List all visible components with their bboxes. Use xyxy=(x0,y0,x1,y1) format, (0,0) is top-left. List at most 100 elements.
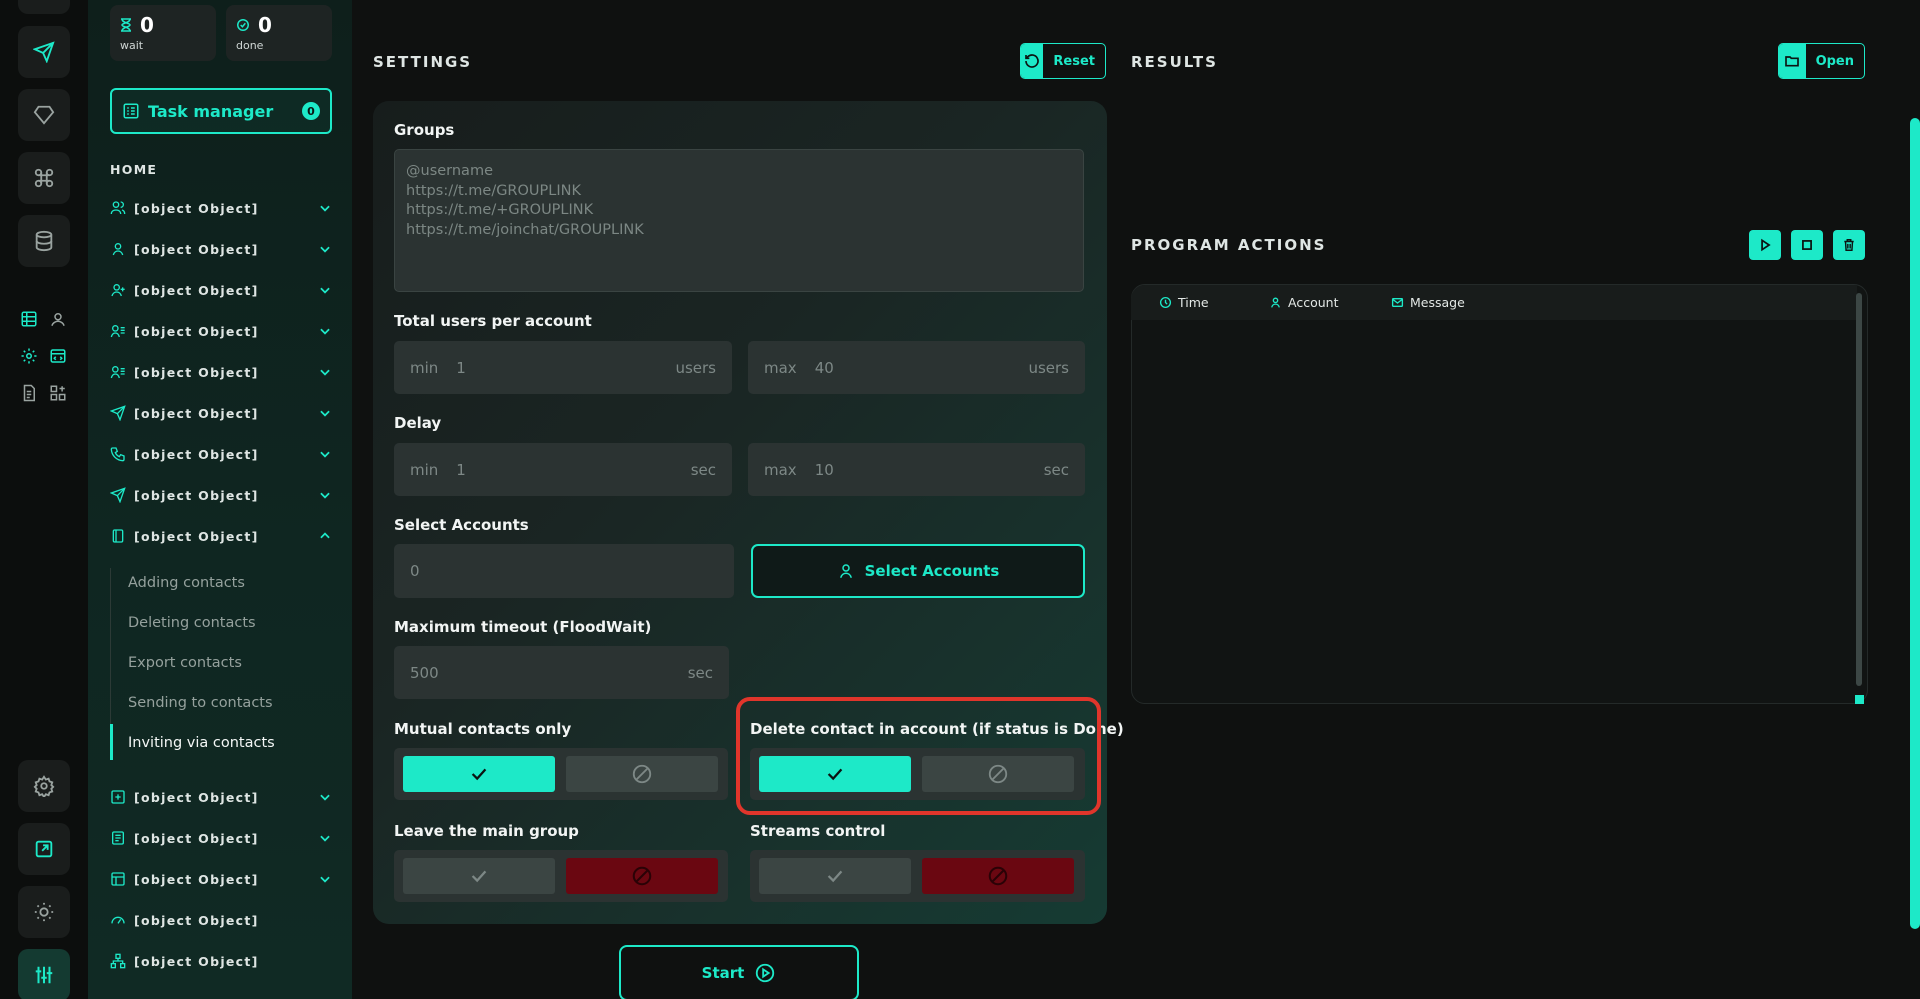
leave-group-yes[interactable] xyxy=(403,858,555,894)
chevron-down-icon xyxy=(320,287,330,294)
nav-cheat[interactable]: [object Object] xyxy=(110,482,332,508)
delay-min-input[interactable]: min 1 sec xyxy=(394,443,732,496)
stop-icon xyxy=(1802,240,1812,250)
wait-counter: 0 wait xyxy=(110,5,216,61)
book-icon xyxy=(110,528,126,544)
code-window-icon[interactable] xyxy=(47,345,69,367)
nav-proxy[interactable]: [object Object] xyxy=(110,948,332,974)
table-icon[interactable] xyxy=(18,308,40,330)
sliders-icon[interactable] xyxy=(18,949,70,999)
send-icon xyxy=(110,487,126,503)
hourglass-icon xyxy=(121,18,131,32)
leave-group-label: Leave the main group xyxy=(394,822,579,840)
select-accounts-input[interactable]: 0 xyxy=(394,544,734,598)
report-icon xyxy=(110,830,126,846)
submenu-adding-contacts[interactable]: Adding contacts xyxy=(128,575,245,591)
nav-proxy-pool-checker[interactable]: [object Object] xyxy=(110,907,332,933)
diamond-icon[interactable] xyxy=(18,89,70,141)
mutual-contacts-yes[interactable] xyxy=(403,756,555,792)
nav-home[interactable]: HOME xyxy=(110,156,332,182)
sun-icon[interactable] xyxy=(18,886,70,938)
user-plus-icon xyxy=(110,282,126,298)
nav-reports[interactable]: [object Object] xyxy=(110,825,332,851)
users-min-input[interactable]: min 1 users xyxy=(394,341,732,394)
col-account[interactable]: Account xyxy=(1269,295,1338,310)
send-icon[interactable] xyxy=(18,26,70,78)
nav-account-action-label: [object Object] xyxy=(134,241,259,257)
users-max-unit: users xyxy=(1028,358,1069,377)
open-button[interactable]: Open xyxy=(1778,43,1865,79)
command-icon[interactable] xyxy=(18,152,70,204)
nav-contact-book[interactable]: [object Object] xyxy=(110,523,332,549)
nav-special-modules[interactable]: [object Object] xyxy=(110,866,332,892)
play-button[interactable] xyxy=(1749,230,1781,260)
reset-button[interactable]: Reset xyxy=(1020,43,1106,79)
task-manager-button[interactable]: Task manager 0 xyxy=(110,88,332,134)
nav-phone-numbers[interactable]: [object Object] xyxy=(110,441,332,467)
program-actions-log[interactable] xyxy=(1131,284,1868,704)
profile-icon[interactable] xyxy=(47,308,69,330)
delay-label: Delay xyxy=(394,414,442,432)
delay-max-unit: sec xyxy=(1043,460,1069,479)
submenu-export-contacts[interactable]: Export contacts xyxy=(128,655,242,671)
nav-cheat-label: [object Object] xyxy=(134,487,259,503)
select-accounts-value: 0 xyxy=(410,562,420,580)
mail-icon xyxy=(1391,298,1404,307)
streams-control-label: Streams control xyxy=(750,822,886,840)
users-max-input[interactable]: max 40 users xyxy=(748,341,1085,394)
submenu-sending-to-contacts[interactable]: Sending to contacts xyxy=(128,695,273,711)
delay-min-prefix: min xyxy=(410,460,439,479)
users-max-value: 40 xyxy=(814,358,834,377)
mutual-contacts-toggle xyxy=(394,748,728,800)
select-accounts-button[interactable]: Select Accounts xyxy=(751,544,1085,598)
plus-square-icon xyxy=(110,789,126,805)
check-icon xyxy=(471,768,487,781)
database-icon[interactable] xyxy=(18,215,70,267)
nav-invite-label: [object Object] xyxy=(134,364,259,380)
document-icon[interactable] xyxy=(18,382,40,404)
page-scrollbar[interactable] xyxy=(1910,118,1920,929)
nav-stories[interactable]: [object Object] xyxy=(110,784,332,810)
nav-auto-register[interactable]: [object Object] xyxy=(110,277,332,303)
clock-icon xyxy=(1159,296,1172,309)
nav-collect-audience[interactable]: [object Object] xyxy=(110,318,332,344)
col-time[interactable]: Time xyxy=(1159,295,1209,310)
submenu-inviting-via-contacts[interactable]: Inviting via contacts xyxy=(128,735,275,751)
external-link-icon[interactable] xyxy=(18,823,70,875)
stop-button[interactable] xyxy=(1791,230,1823,260)
submenu-active-indicator xyxy=(110,724,113,760)
users-min-value: 1 xyxy=(456,358,466,377)
rail-top-button[interactable] xyxy=(18,0,70,14)
ban-icon xyxy=(632,764,652,784)
start-button[interactable]: Start xyxy=(619,945,859,999)
delay-max-input[interactable]: max 10 sec xyxy=(748,443,1085,496)
nav-account-action[interactable]: [object Object] xyxy=(110,236,332,262)
users-min-prefix: min xyxy=(410,358,439,377)
col-message[interactable]: Message xyxy=(1391,295,1465,310)
settings-gear-icon[interactable] xyxy=(18,760,70,812)
gear-icon[interactable] xyxy=(18,345,40,367)
resize-handle[interactable] xyxy=(1855,695,1864,704)
chevron-down-icon xyxy=(320,451,330,458)
submenu-deleting-contacts[interactable]: Deleting contacts xyxy=(128,615,256,631)
nav-invite[interactable]: [object Object] xyxy=(110,359,332,385)
leave-group-no[interactable] xyxy=(566,858,718,894)
streams-control-no[interactable] xyxy=(922,858,1074,894)
clear-button[interactable] xyxy=(1833,230,1865,260)
chevron-down-icon xyxy=(320,328,330,335)
mutual-contacts-no[interactable] xyxy=(566,756,718,792)
phone-icon xyxy=(110,446,126,462)
nav-auto-register-label: [object Object] xyxy=(134,282,259,298)
blocks-icon[interactable] xyxy=(47,382,69,404)
log-scrollbar[interactable] xyxy=(1856,293,1862,686)
reset-label: Reset xyxy=(1053,53,1095,69)
play-circle-icon xyxy=(756,963,775,983)
nav-sending-sms[interactable]: [object Object] xyxy=(110,400,332,426)
chevron-down-icon xyxy=(320,205,330,212)
timeout-input[interactable]: 500 sec xyxy=(394,646,729,699)
nav-proxy-label: [object Object] xyxy=(134,953,259,969)
groups-textarea[interactable]: @username https://t.me/GROUPLINK https:/… xyxy=(394,149,1084,292)
nav-panel-accounts[interactable]: [object Object] xyxy=(110,195,332,221)
open-label: Open xyxy=(1815,53,1854,69)
streams-control-yes[interactable] xyxy=(759,858,911,894)
